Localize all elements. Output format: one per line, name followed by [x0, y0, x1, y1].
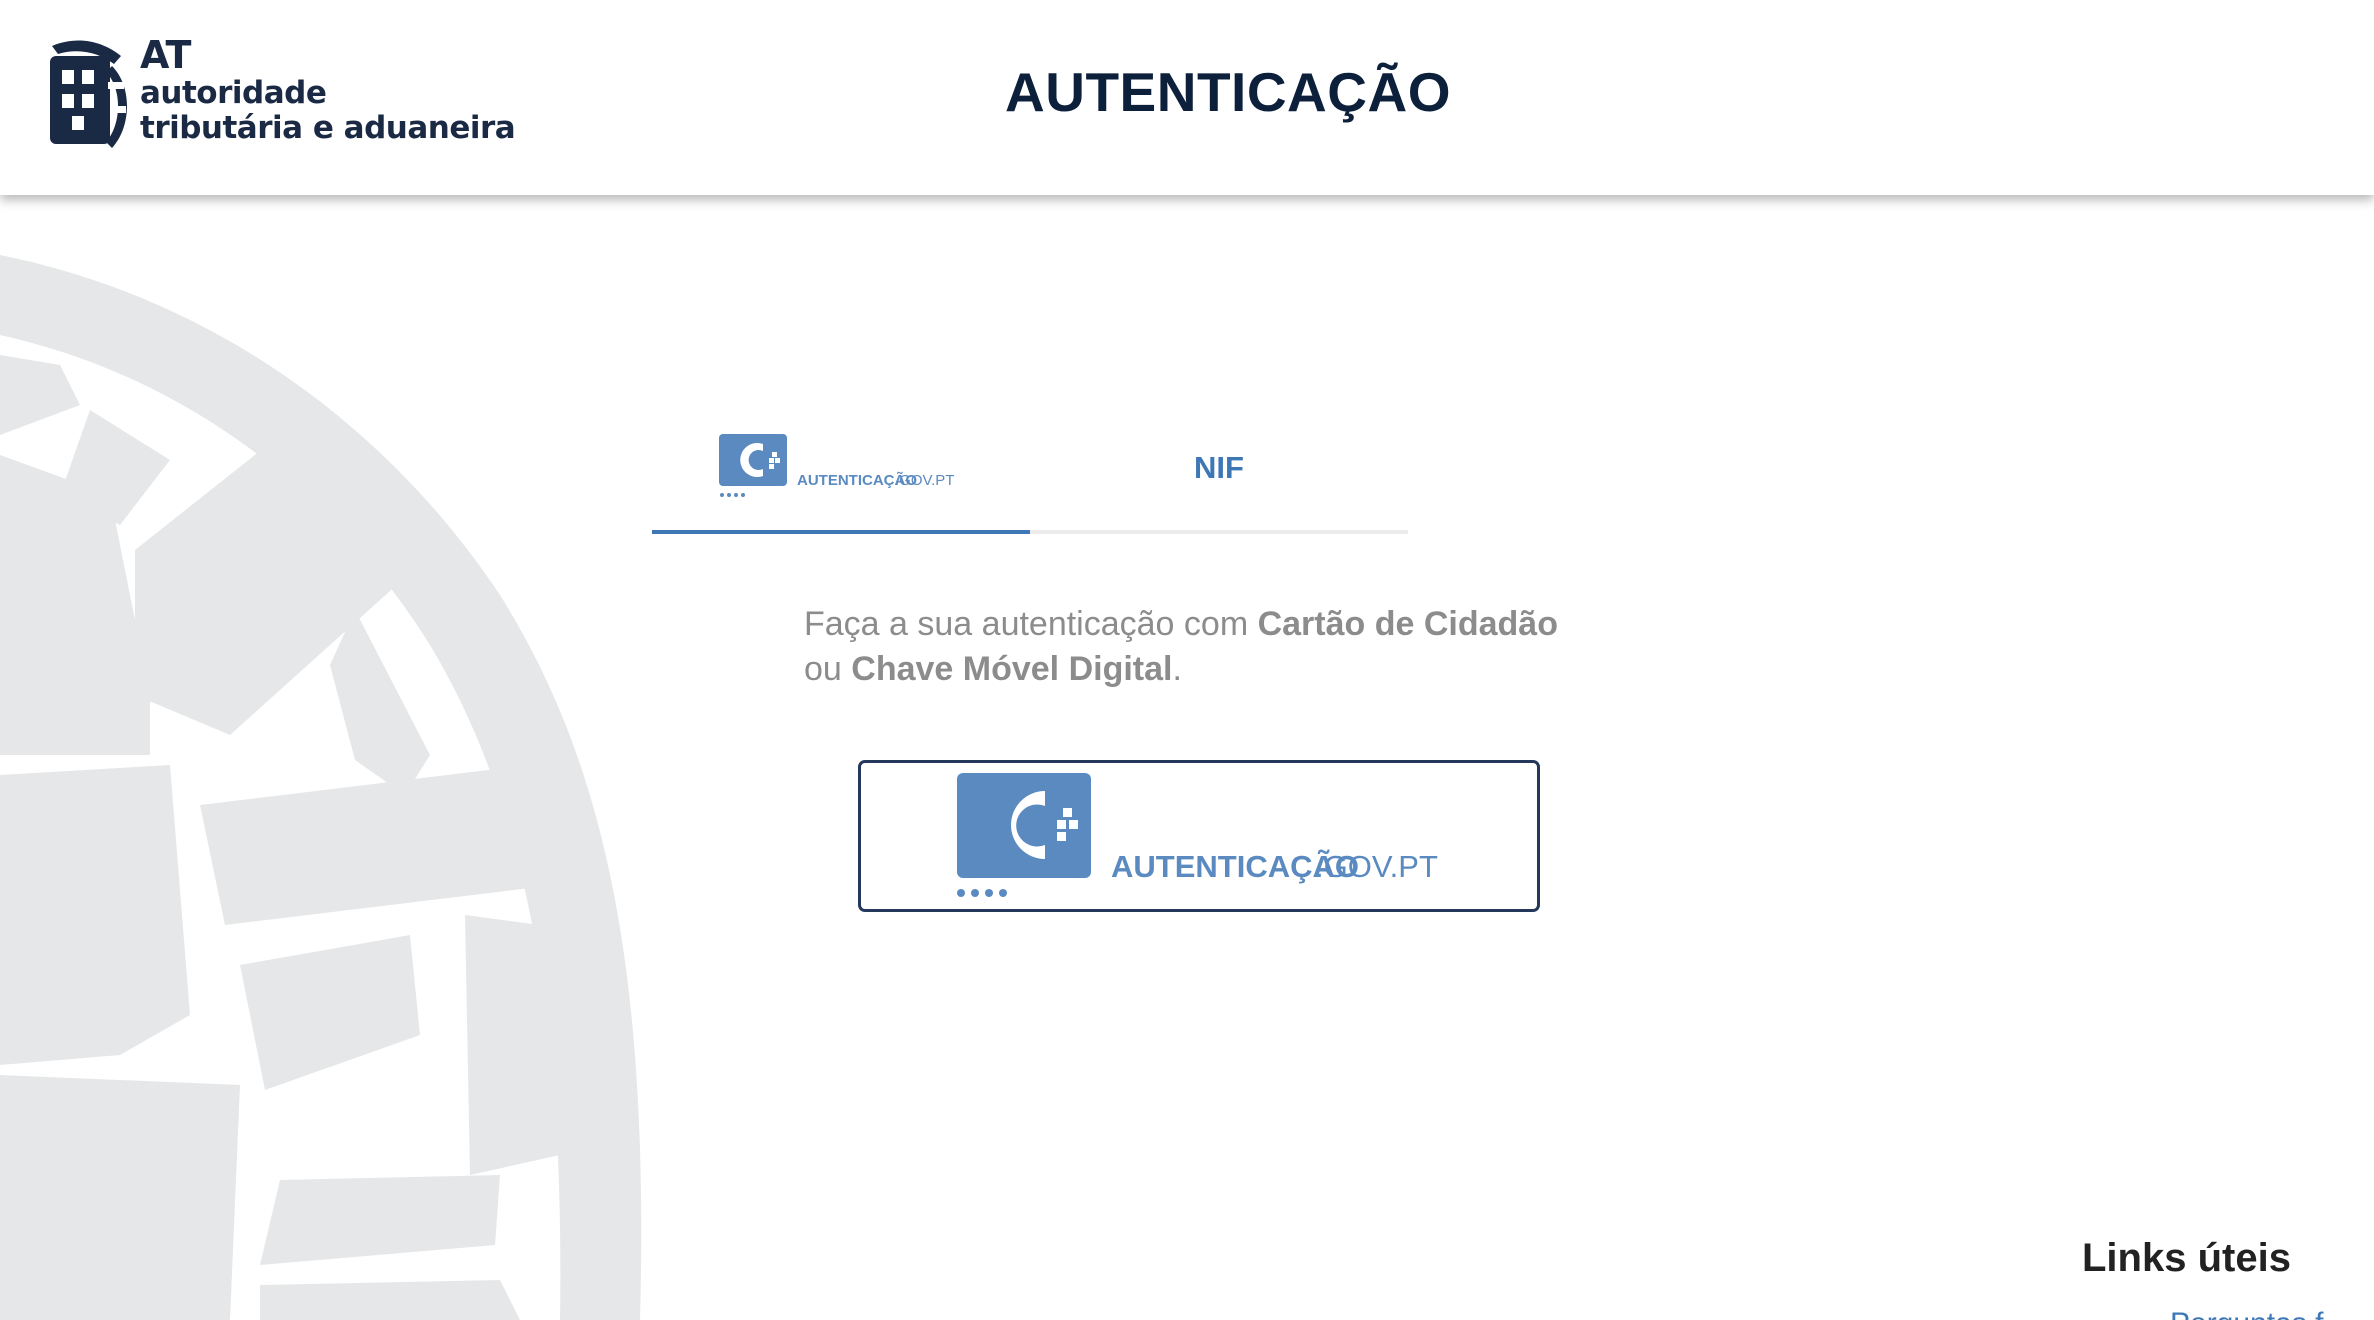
instruction-chave-movel: Chave Móvel Digital [851, 650, 1173, 688]
tab-nif-label: NIF [1194, 450, 1244, 485]
links-uteis-heading: Links úteis [2082, 1236, 2291, 1280]
tab-gov-brand-domain: .GOV.PT [895, 472, 954, 489]
tab-autenticacao-gov[interactable]: AUTENTICAÇÃO .GOV.PT [652, 410, 1030, 534]
header: AT autoridade tributária e aduaneira AUT… [0, 0, 2374, 195]
autenticacao-gov-logo-icon: AUTENTICAÇÃO .GOV.PT [719, 434, 954, 497]
auth-instruction: Faça a sua autenticação com Cartão de Ci… [804, 602, 1664, 692]
instruction-cartao-cidadao: Cartão de Cidadão [1257, 605, 1558, 643]
tab-nif[interactable]: NIF [1030, 410, 1408, 534]
auth-tabs: AUTENTICAÇÃO .GOV.PT NIF [652, 410, 1408, 534]
button-brand-domain: .GOV.PT [1315, 849, 1438, 884]
instruction-suffix: . [1172, 650, 1182, 688]
login-page: AT autoridade tributária e aduaneira AUT… [0, 0, 2374, 1320]
instruction-prefix: Faça a sua autenticação com [804, 605, 1258, 643]
watermark-emblem-graphic [0, 255, 642, 1320]
page-title: AUTENTICAÇÃO [1005, 61, 1451, 123]
instruction-middle: ou [804, 650, 852, 688]
autenticacao-gov-login-button[interactable]: AUTENTICAÇÃO .GOV.PT [858, 760, 1540, 912]
autenticacao-gov-logo-icon: AUTENTICAÇÃO .GOV.PT [957, 773, 1438, 897]
links-uteis-item[interactable]: Perguntas f [2170, 1307, 2374, 1320]
